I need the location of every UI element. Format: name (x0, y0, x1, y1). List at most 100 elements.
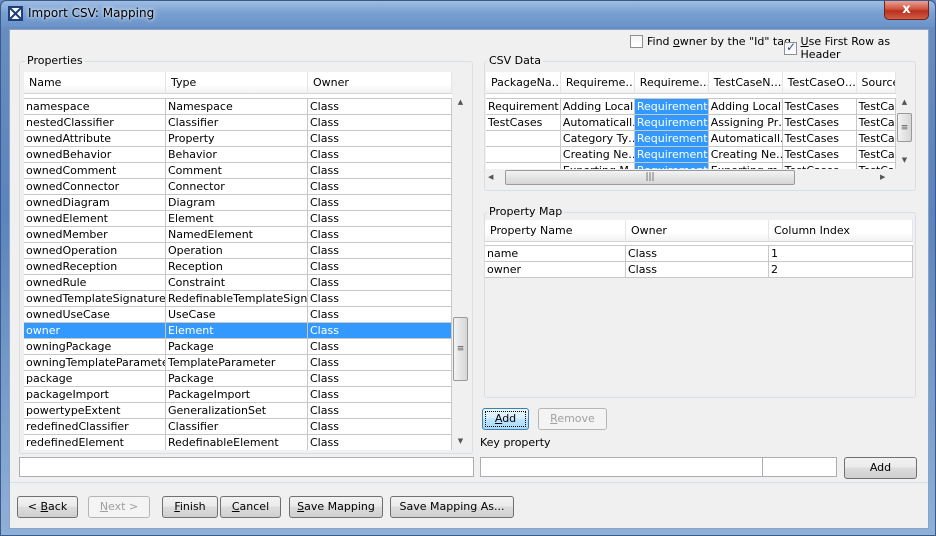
csv-table-body: RequirementAdding Local…RequirementAddin… (486, 98, 896, 169)
cell-owner: Class (626, 262, 769, 278)
csv-column-header[interactable]: Source (856, 72, 896, 94)
table-row[interactable]: ownedDiagram Diagram Class (24, 195, 452, 211)
property-map-row[interactable]: owner Class 2 (485, 262, 913, 278)
cell-type: NamedElement (166, 227, 308, 243)
cell-name: ownedBehavior (24, 147, 166, 163)
cell-name: nestedClassifier (24, 115, 166, 131)
footer-divider (10, 482, 928, 483)
close-button[interactable]: x (884, 1, 929, 20)
next-button[interactable]: Next > (88, 496, 150, 518)
save-mapping-button[interactable]: Save Mapping (289, 496, 383, 518)
key-property-add-button[interactable]: Add (844, 457, 917, 479)
column-header-property-name[interactable]: Property Name (485, 220, 626, 242)
table-row[interactable]: package Package Class (24, 371, 452, 387)
cell-owner: Class (308, 179, 452, 195)
table-row[interactable]: ownedConnector Connector Class (24, 179, 452, 195)
find-owner-by-id-checkbox[interactable]: Find owner by the "Id" tag (630, 35, 791, 48)
close-icon: x (902, 2, 911, 17)
properties-table-header: Name Type Owner (24, 72, 452, 94)
csv-row[interactable]: Creating Ne… Requirement Creating Ne… TestC… (486, 147, 896, 163)
cell-column-index: 1 (769, 246, 913, 262)
scroll-up-arrow-icon[interactable]: ▲ (896, 94, 913, 111)
scrollbar-thumb[interactable]: ≡ (897, 113, 912, 142)
csv-cell: Automaticall… (708, 131, 783, 147)
table-row[interactable]: ownedComment Comment Class (24, 163, 452, 179)
table-row[interactable]: ownedAttribute Property Class (24, 131, 452, 147)
back-button[interactable]: < Back (17, 496, 78, 518)
csv-column-header[interactable]: Requireme… (634, 72, 709, 94)
scrollbar-thumb[interactable]: ||| (505, 170, 795, 185)
table-row[interactable]: owner Element Class (24, 323, 452, 339)
save-mapping-as-button[interactable]: Save Mapping As... (390, 496, 514, 518)
properties-vertical-scrollbar[interactable]: ▲ ≡ ▼ (452, 94, 469, 450)
table-row[interactable]: namespace Namespace Class (24, 99, 452, 115)
cell-owner: Class (308, 99, 452, 115)
cell-type: PackageImport (166, 387, 308, 403)
cell-owner: Class (308, 323, 452, 339)
cell-type: Element (166, 211, 308, 227)
cell-type: Package (166, 371, 308, 387)
table-row[interactable]: ownedUseCase UseCase Class (24, 307, 452, 323)
csv-column-header[interactable]: TestCaseO… (782, 72, 857, 94)
table-row[interactable]: ownedRule Constraint Class (24, 275, 452, 291)
key-property-secondary-input[interactable] (762, 457, 837, 477)
column-header-column-index[interactable]: Column Index (769, 220, 913, 242)
csv-row[interactable]: Category Ty…RequirementAutomaticall…Test… (486, 131, 896, 147)
table-row[interactable]: ownedOperation Operation Class (24, 243, 452, 259)
scroll-left-arrow-icon[interactable]: ◀ (488, 169, 504, 186)
scroll-up-arrow-icon[interactable]: ▲ (452, 94, 469, 111)
table-row[interactable]: ownedReception Reception Class (24, 259, 452, 275)
use-first-row-as-header-checkbox[interactable]: Use First Row as Header (784, 35, 928, 61)
scroll-right-arrow-icon[interactable]: ▶ (880, 169, 896, 186)
cell-name: owner (24, 323, 166, 339)
use-first-row-checkbox-box[interactable] (784, 40, 797, 55)
csv-column-header[interactable]: TestCaseN… (708, 72, 783, 94)
column-header-type[interactable]: Type (166, 72, 308, 94)
csv-table-header: PackageNa… Requireme… Requireme… TestCaseN…… (486, 72, 896, 94)
table-row[interactable]: owningTemplateParameter TemplateParameter… (24, 355, 452, 371)
finish-button[interactable]: Finish (162, 496, 218, 518)
cell-name: ownedComment (24, 163, 166, 179)
csv-cell: TestCases (782, 147, 857, 163)
property-map-remove-button[interactable]: Remove (538, 408, 607, 430)
table-row[interactable]: ownedBehavior Behavior Class (24, 147, 452, 163)
cell-owner: Class (308, 147, 452, 163)
cell-owner: Class (308, 419, 452, 435)
column-header-name[interactable]: Name (24, 72, 166, 94)
table-row[interactable]: redefinedElement RedefinableElement Class (24, 435, 452, 450)
csv-vertical-scrollbar[interactable]: ▲ ≡ ▼ (896, 94, 913, 169)
properties-filter-input[interactable] (19, 457, 474, 477)
property-map-row[interactable]: name Class 1 (485, 246, 913, 262)
csv-cell: Adding Local… (708, 99, 783, 115)
table-row[interactable]: ownedTemplateSignature RedefinableTemplat… (24, 291, 452, 307)
cell-owner: Class (308, 259, 452, 275)
scroll-down-arrow-icon[interactable]: ▼ (452, 433, 469, 450)
cell-type: Namespace (166, 99, 308, 115)
csv-column-header[interactable]: Requireme… (560, 72, 635, 94)
csv-row[interactable]: RequirementAdding Local…RequirementAddin… (486, 99, 896, 115)
csv-horizontal-scrollbar[interactable]: ◀ ||| ▶ (486, 169, 896, 186)
cell-owner: Class (308, 307, 452, 323)
table-row[interactable]: redefinedClassifier Classifier Class (24, 419, 452, 435)
table-row[interactable]: packageImport PackageImport Class (24, 387, 452, 403)
table-row[interactable]: nestedClassifier Classifier Class (24, 115, 452, 131)
scroll-down-arrow-icon[interactable]: ▼ (896, 152, 913, 169)
cell-name: ownedReception (24, 259, 166, 275)
csv-cell: TestCa (856, 99, 896, 115)
table-row[interactable]: ownedElement Element Class (24, 211, 452, 227)
cell-type: Element (166, 323, 308, 339)
csv-column-header[interactable]: PackageNa… (486, 72, 561, 94)
column-header-owner[interactable]: Owner (308, 72, 452, 94)
cell-name: redefinedClassifier (24, 419, 166, 435)
table-row[interactable]: owningPackage Package Class (24, 339, 452, 355)
find-owner-checkbox-box[interactable] (630, 35, 643, 48)
csv-row[interactable]: TestCasesAutomaticall…RequirementAssigni… (486, 115, 896, 131)
key-property-input[interactable] (480, 457, 763, 477)
column-header-owner[interactable]: Owner (626, 220, 769, 242)
cancel-button[interactable]: Cancel (220, 496, 281, 518)
property-map-add-button[interactable]: Add (482, 408, 529, 430)
table-row[interactable]: powertypeExtent GeneralizationSet Class (24, 403, 452, 419)
dialog-body: Find owner by the "Id" tag Use First Row… (9, 29, 929, 529)
scrollbar-thumb[interactable]: ≡ (453, 317, 468, 381)
table-row[interactable]: ownedMember NamedElement Class (24, 227, 452, 243)
